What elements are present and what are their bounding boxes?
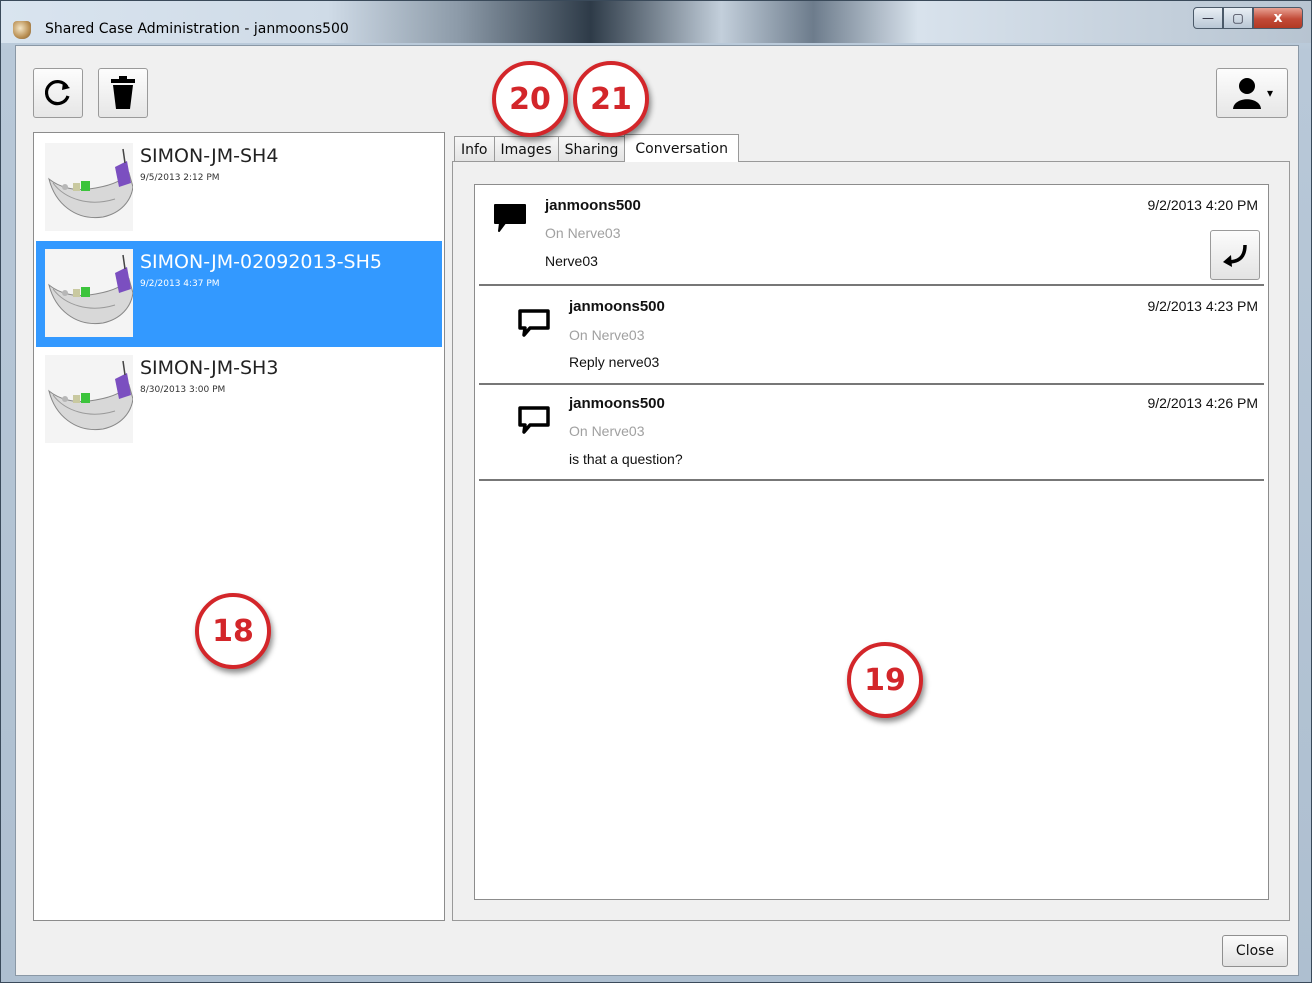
tab-sharing[interactable]: Sharing bbox=[557, 136, 626, 162]
minimize-icon: — bbox=[1202, 11, 1214, 25]
tab-info[interactable]: Info bbox=[454, 136, 495, 162]
dialog-client-area: ▾ SIMON-JM-SH4 9/5/2013 2:12 PM SIMON-JM… bbox=[15, 45, 1299, 976]
message-author: janmoons500 bbox=[569, 395, 665, 412]
refresh-button[interactable] bbox=[33, 68, 83, 118]
callout-marker: 20 bbox=[492, 61, 568, 137]
message-timestamp: 9/2/2013 4:23 PM bbox=[1147, 298, 1258, 314]
case-thumbnail-image bbox=[45, 143, 133, 231]
case-date: 8/30/2013 3:00 PM bbox=[140, 385, 226, 395]
tab-images[interactable]: Images bbox=[493, 136, 559, 162]
message-text: Reply nerve03 bbox=[569, 354, 660, 370]
maximize-icon: ▢ bbox=[1232, 11, 1244, 25]
refresh-icon bbox=[45, 80, 70, 106]
message-author: janmoons500 bbox=[569, 298, 665, 315]
user-icon bbox=[1232, 78, 1261, 109]
window-title: Shared Case Administration - janmoons500 bbox=[45, 21, 349, 37]
case-list-item[interactable]: SIMON-JM-SH3 8/30/2013 3:00 PM bbox=[36, 347, 442, 453]
callout-marker: 18 bbox=[195, 593, 271, 669]
window-controls: — ▢ x bbox=[1193, 7, 1303, 29]
case-thumbnail-image bbox=[45, 249, 133, 337]
case-thumbnail-image bbox=[45, 355, 133, 443]
message-context: On Nerve03 bbox=[569, 327, 645, 343]
title-bar[interactable]: Shared Case Administration - janmoons500… bbox=[1, 1, 1311, 43]
message-timestamp: 9/2/2013 4:20 PM bbox=[1147, 197, 1258, 213]
tab-strip: Info Images Sharing Conversation bbox=[454, 134, 739, 162]
case-name: SIMON-JM-SH4 bbox=[140, 145, 279, 167]
comment-outline-icon bbox=[518, 406, 550, 434]
minimize-button[interactable]: — bbox=[1193, 7, 1223, 29]
app-icon bbox=[13, 21, 31, 39]
maximize-button[interactable]: ▢ bbox=[1223, 7, 1253, 29]
callout-marker: 19 bbox=[847, 642, 923, 718]
case-list-item[interactable]: SIMON-JM-SH4 9/5/2013 2:12 PM bbox=[36, 135, 442, 241]
reply-arrow-icon bbox=[1223, 244, 1247, 267]
conversation-panel: janmoons500 On Nerve03 Nerve03 9/2/2013 … bbox=[452, 161, 1290, 921]
delete-button[interactable] bbox=[98, 68, 148, 118]
trash-icon bbox=[111, 76, 135, 109]
comment-filled-icon bbox=[494, 204, 526, 232]
case-date: 9/5/2013 2:12 PM bbox=[140, 173, 220, 183]
close-button[interactable]: Close bbox=[1222, 935, 1288, 967]
user-menu-button[interactable]: ▾ bbox=[1216, 68, 1288, 118]
message-text: is that a question? bbox=[569, 451, 683, 467]
tab-conversation[interactable]: Conversation bbox=[624, 134, 739, 162]
case-date: 9/2/2013 4:37 PM bbox=[140, 279, 220, 289]
case-name: SIMON-JM-SH3 bbox=[140, 357, 279, 379]
case-list[interactable]: SIMON-JM-SH4 9/5/2013 2:12 PM SIMON-JM-0… bbox=[33, 132, 445, 921]
close-icon: x bbox=[1273, 10, 1283, 26]
case-name: SIMON-JM-02092013-SH5 bbox=[140, 251, 382, 273]
reply-button[interactable] bbox=[1210, 230, 1260, 280]
case-list-item-selected[interactable]: SIMON-JM-02092013-SH5 9/2/2013 4:37 PM bbox=[36, 241, 442, 347]
message-author: janmoons500 bbox=[545, 197, 641, 214]
message-context: On Nerve03 bbox=[545, 225, 621, 241]
conversation-message[interactable]: janmoons500 On Nerve03 Reply nerve03 9/2… bbox=[479, 286, 1264, 385]
conversation-message[interactable]: janmoons500 On Nerve03 is that a questio… bbox=[479, 385, 1264, 481]
comment-outline-icon bbox=[518, 309, 550, 337]
message-timestamp: 9/2/2013 4:26 PM bbox=[1147, 395, 1258, 411]
message-text: Nerve03 bbox=[545, 253, 598, 269]
chevron-down-icon: ▾ bbox=[1266, 86, 1274, 100]
callout-marker: 21 bbox=[573, 61, 649, 137]
conversation-message[interactable]: janmoons500 On Nerve03 Nerve03 9/2/2013 … bbox=[479, 185, 1264, 286]
conversation-list[interactable]: janmoons500 On Nerve03 Nerve03 9/2/2013 … bbox=[474, 184, 1269, 900]
message-context: On Nerve03 bbox=[569, 423, 645, 439]
close-window-button[interactable]: x bbox=[1253, 7, 1303, 29]
app-window: Shared Case Administration - janmoons500… bbox=[0, 0, 1312, 983]
